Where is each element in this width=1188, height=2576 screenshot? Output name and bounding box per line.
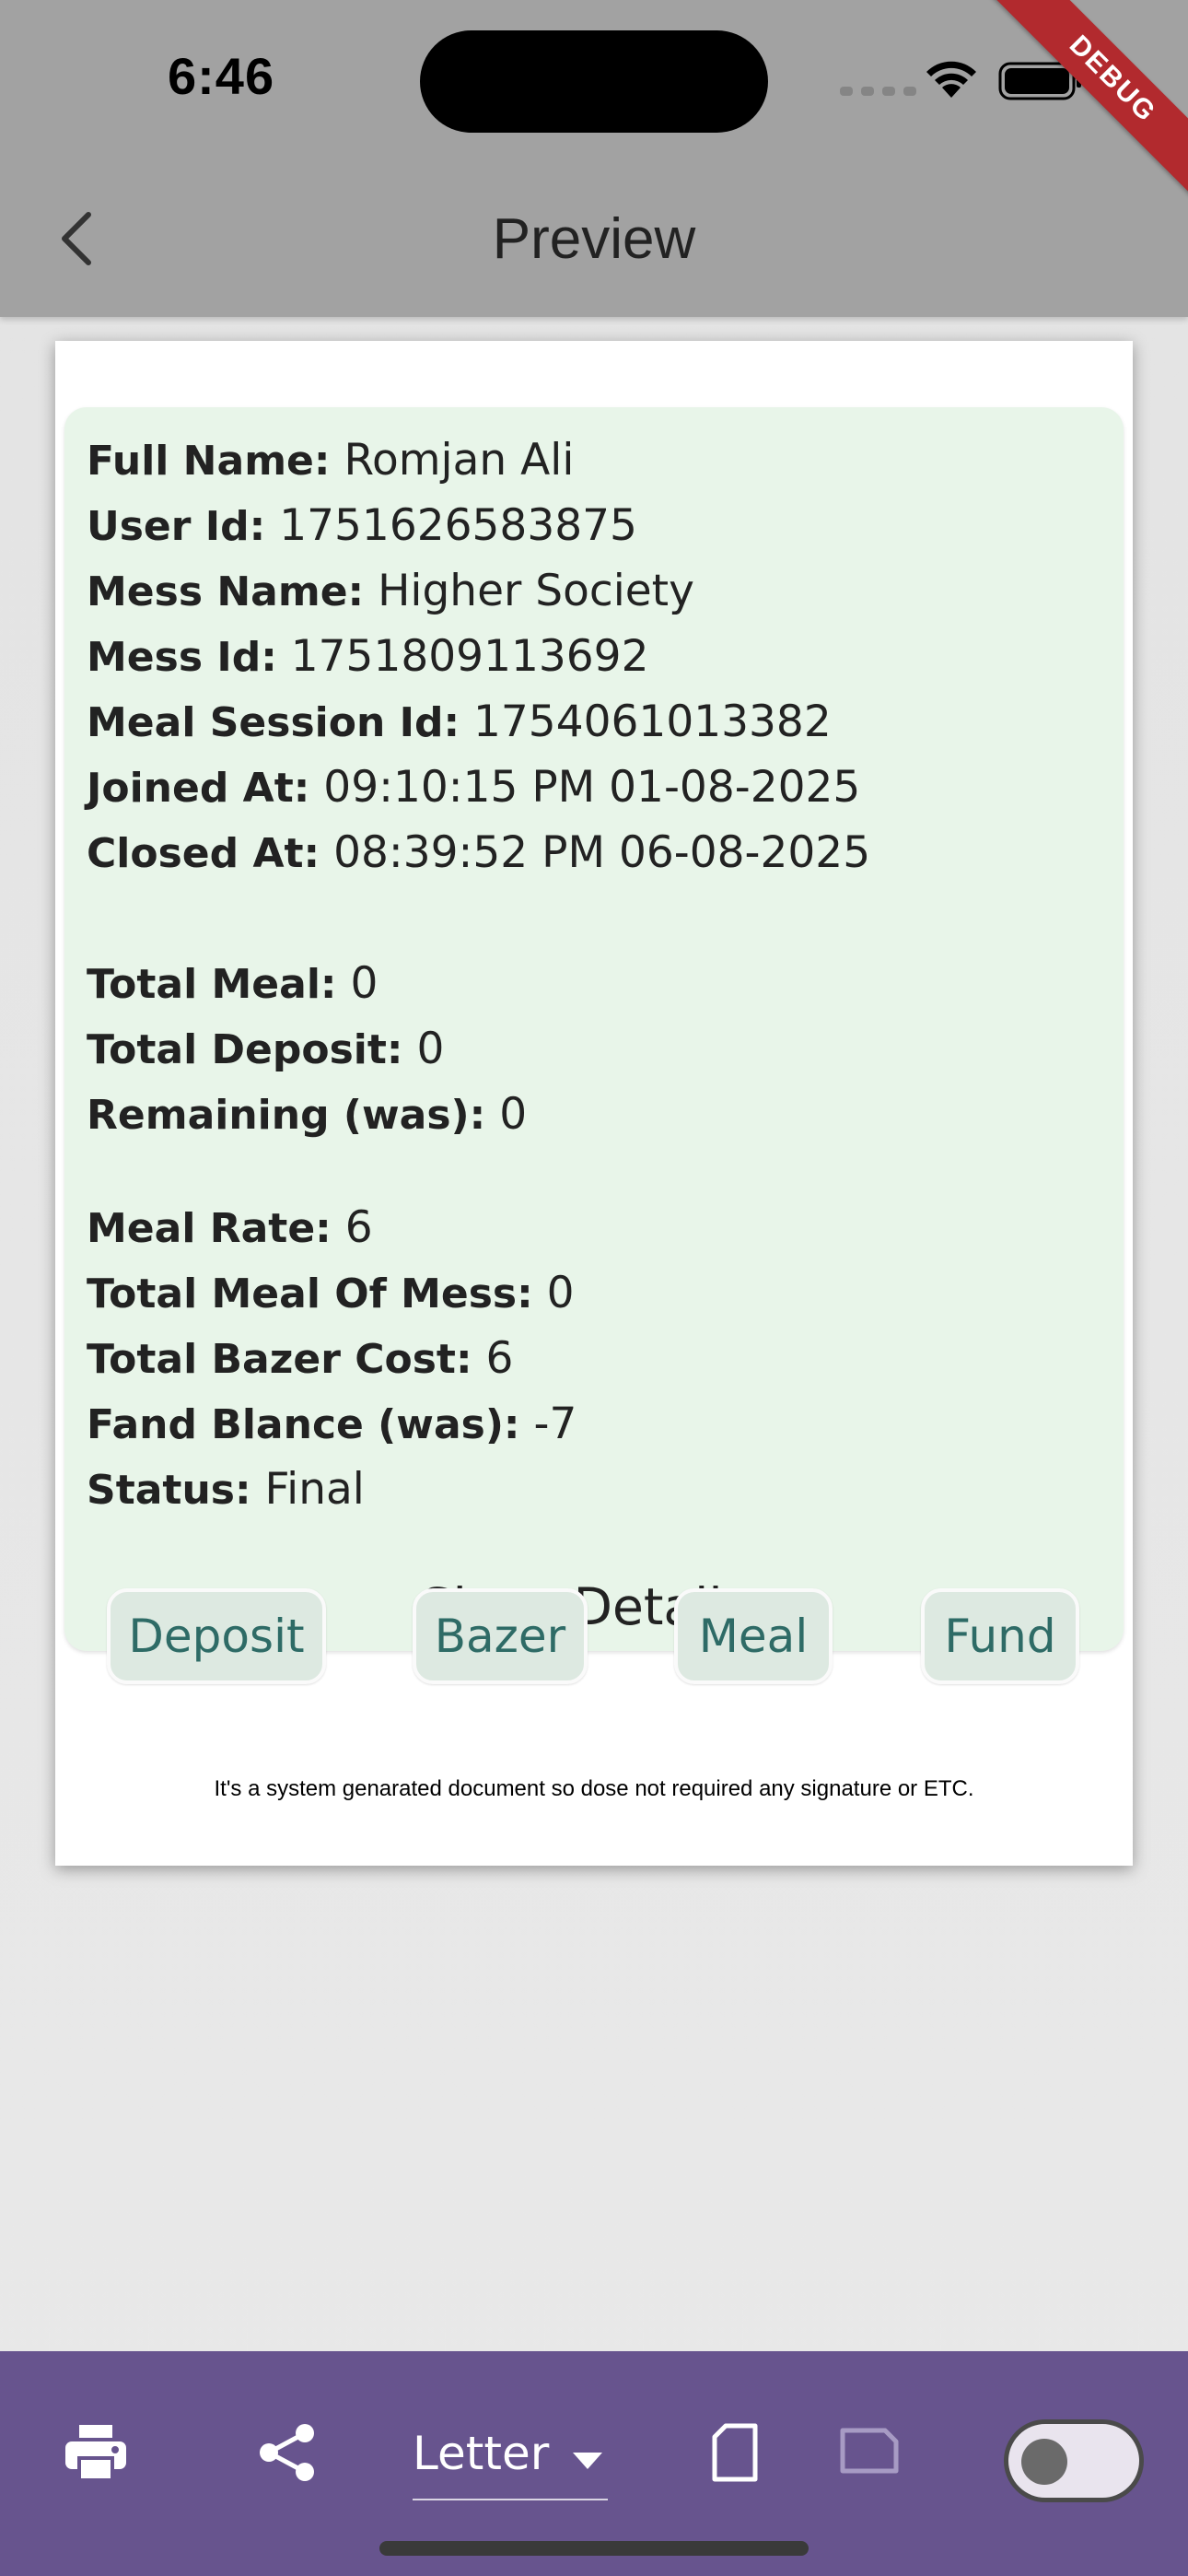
info-row: Total Bazer Cost: 6 bbox=[87, 1326, 577, 1391]
field-value: Romjan Ali bbox=[344, 435, 575, 486]
app-header: 6:46 Preview bbox=[0, 0, 1188, 317]
personal-totals-section: Total Meal: 0 Total Deposit: 0 Remaining… bbox=[87, 951, 527, 1147]
field-label: Full Name: bbox=[87, 438, 331, 485]
field-label: Total Meal: bbox=[87, 961, 337, 1008]
deposit-button[interactable]: Deposit bbox=[107, 1588, 326, 1684]
document-page: Full Name: Romjan Ali User Id: 175162658… bbox=[55, 341, 1133, 1866]
footer-note: It's a system genarated document so dose… bbox=[214, 1776, 974, 1801]
info-row: Closed At: 08:39:52 PM 06-08-2025 bbox=[87, 820, 870, 885]
field-label: Joined At: bbox=[87, 765, 310, 812]
info-row: Meal Rate: 6 bbox=[87, 1195, 577, 1260]
summary-card: Full Name: Romjan Ali User Id: 175162658… bbox=[64, 407, 1124, 1651]
info-row: Mess Name: Higher Society bbox=[87, 558, 870, 624]
field-value: 1751809113692 bbox=[290, 631, 649, 682]
share-icon[interactable] bbox=[250, 2416, 324, 2489]
field-value: 08:39:52 PM 06-08-2025 bbox=[333, 827, 871, 878]
wifi-icon bbox=[923, 57, 980, 103]
field-value: 0 bbox=[546, 1268, 575, 1318]
field-value: 1751626583875 bbox=[279, 500, 637, 551]
info-row: Fand Blance (was): -7 bbox=[87, 1391, 577, 1457]
info-row: Mess Id: 1751809113692 bbox=[87, 624, 870, 689]
field-value: 0 bbox=[350, 958, 379, 1009]
info-row: Joined At: 09:10:15 PM 01-08-2025 bbox=[87, 755, 870, 820]
field-value: 6 bbox=[344, 1202, 373, 1253]
field-value: Higher Society bbox=[378, 566, 694, 616]
paper-size-value: Letter bbox=[413, 2427, 550, 2480]
landscape-icon[interactable] bbox=[833, 2418, 906, 2484]
field-label: Total Deposit: bbox=[87, 1026, 403, 1073]
dynamic-island bbox=[420, 30, 768, 133]
field-label: Total Bazer Cost: bbox=[87, 1336, 472, 1383]
toggle-switch[interactable] bbox=[1004, 2419, 1144, 2502]
meal-button[interactable]: Meal bbox=[674, 1588, 833, 1684]
field-value: 0 bbox=[416, 1024, 445, 1074]
home-indicator[interactable] bbox=[379, 2541, 809, 2556]
info-row: Total Meal: 0 bbox=[87, 951, 527, 1016]
field-label: Closed At: bbox=[87, 830, 320, 877]
field-label: User Id: bbox=[87, 503, 266, 550]
toggle-knob bbox=[1021, 2439, 1067, 2485]
field-value: -7 bbox=[533, 1399, 577, 1449]
field-label: Meal Session Id: bbox=[87, 699, 460, 746]
field-value: 0 bbox=[499, 1089, 528, 1140]
print-icon[interactable] bbox=[59, 2416, 133, 2489]
field-label: Meal Rate: bbox=[87, 1205, 332, 1252]
info-row: Remaining (was): 0 bbox=[87, 1082, 527, 1147]
field-label: Remaining (was): bbox=[87, 1092, 486, 1139]
field-value: Final bbox=[264, 1464, 365, 1515]
page-title: Preview bbox=[492, 207, 696, 271]
paper-size-dropdown[interactable]: Letter bbox=[413, 2408, 608, 2500]
info-row: Status: Final bbox=[87, 1457, 577, 1522]
field-label: Status: bbox=[87, 1467, 251, 1514]
caret-down-icon bbox=[573, 2427, 603, 2480]
info-row: Total Deposit: 0 bbox=[87, 1016, 527, 1082]
portrait-icon[interactable] bbox=[702, 2414, 768, 2491]
field-value: 1754061013382 bbox=[473, 697, 832, 747]
info-row: Meal Session Id: 1754061013382 bbox=[87, 689, 870, 755]
field-label: Total Meal Of Mess: bbox=[87, 1270, 533, 1317]
info-row: Total Meal Of Mess: 0 bbox=[87, 1260, 577, 1326]
mess-totals-section: Meal Rate: 6 Total Meal Of Mess: 0 Total… bbox=[87, 1195, 577, 1522]
cellular-signal-icon bbox=[840, 87, 916, 96]
bazer-button[interactable]: Bazer bbox=[413, 1588, 588, 1684]
info-row: User Id: 1751626583875 bbox=[87, 493, 870, 558]
field-value: 09:10:15 PM 01-08-2025 bbox=[323, 762, 861, 813]
status-time: 6:46 bbox=[168, 47, 275, 105]
field-label: Fand Blance (was): bbox=[87, 1401, 520, 1448]
identity-section: Full Name: Romjan Ali User Id: 175162658… bbox=[87, 427, 870, 885]
fund-button[interactable]: Fund bbox=[921, 1588, 1079, 1684]
info-row: Full Name: Romjan Ali bbox=[87, 427, 870, 493]
field-value: 6 bbox=[485, 1333, 514, 1384]
field-label: Mess Name: bbox=[87, 568, 365, 615]
field-label: Mess Id: bbox=[87, 634, 277, 681]
